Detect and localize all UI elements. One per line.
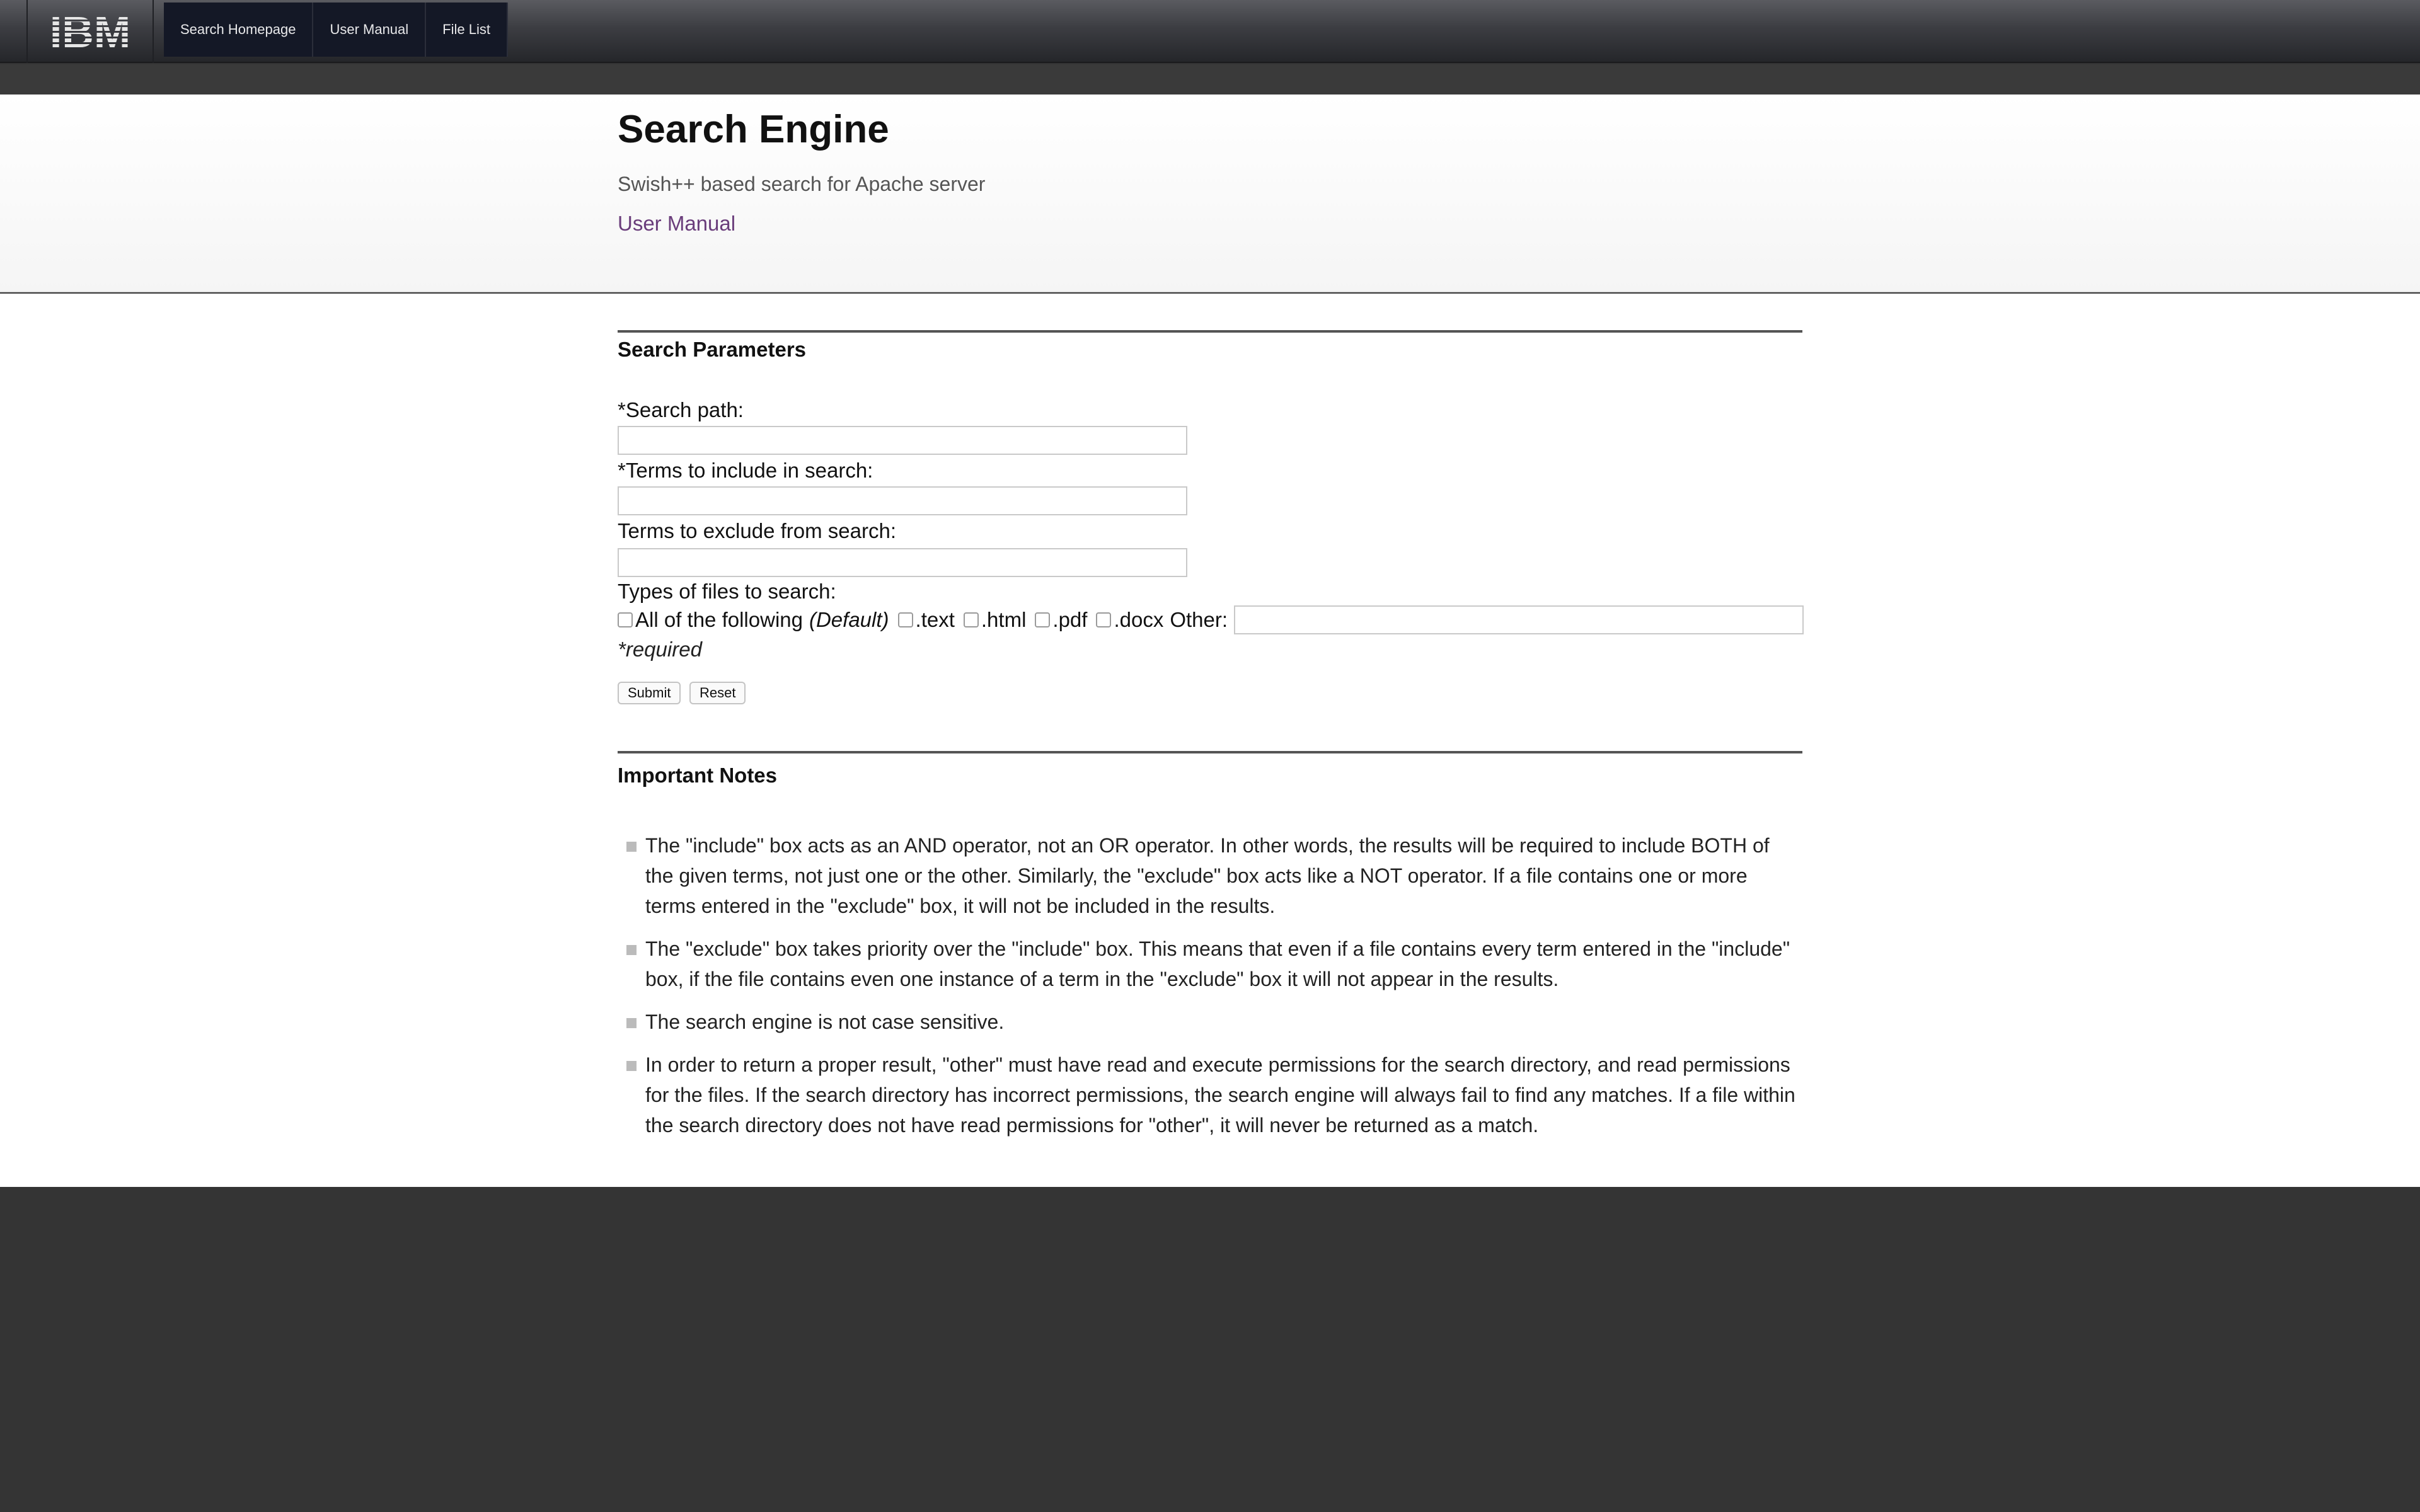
ibm-logo-icon: IBM [50, 9, 130, 54]
nav-item-file-list[interactable]: File List [426, 3, 508, 57]
important-notes-heading: Important Notes [618, 764, 778, 787]
required-note: *required [618, 638, 702, 661]
file-types-label: Types of files to search: [618, 580, 836, 603]
exclude-terms-input[interactable] [618, 548, 1187, 577]
default-note: (Default) [809, 608, 889, 631]
nav-item-search-homepage[interactable]: Search Homepage [164, 3, 314, 57]
bullet-icon [626, 1018, 637, 1028]
top-navigation-bar: IBM Search Homepage User Manual File Lis… [0, 0, 2420, 63]
other-type-label: Other: [1170, 608, 1228, 631]
list-item: The "exclude" box takes priority over th… [618, 934, 1802, 994]
include-terms-input[interactable] [618, 486, 1187, 515]
page-footer [0, 1187, 2420, 1512]
sub-header-bar [0, 64, 2420, 94]
nav-item-user-manual[interactable]: User Manual [313, 3, 427, 57]
text-type-checkbox[interactable] [897, 612, 913, 627]
list-item: The "include" box acts as an AND operato… [618, 830, 1802, 921]
bullet-icon [626, 842, 637, 852]
html-type-checkbox[interactable] [963, 612, 979, 627]
note-text: The "include" box acts as an AND operato… [645, 834, 1770, 917]
svg-text:IBM: IBM [50, 9, 130, 54]
page-header: Search Engine Swish++ based search for A… [0, 94, 2420, 292]
include-terms-label: *Terms to include in search: [618, 459, 873, 482]
bullet-icon [626, 945, 637, 955]
pdf-type-label: .pdf [1052, 608, 1088, 631]
all-types-checkbox[interactable] [618, 612, 633, 627]
other-type-input[interactable] [1234, 605, 1804, 634]
note-text: In order to return a proper result, "oth… [645, 1053, 1795, 1137]
main-content: Search Parameters *Search path: *Terms t… [0, 294, 2420, 1187]
main-nav: Search Homepage User Manual File List [164, 3, 508, 57]
ibm-logo[interactable]: IBM [26, 0, 154, 63]
text-type-label: .text [915, 608, 955, 631]
search-path-label: *Search path: [618, 398, 744, 421]
search-parameters-heading: Search Parameters [618, 338, 807, 361]
reset-button[interactable]: Reset [689, 682, 746, 704]
html-type-label: .html [981, 608, 1027, 631]
docx-type-label: .docx [1114, 608, 1164, 631]
exclude-terms-label: Terms to exclude from search: [618, 519, 896, 542]
submit-button[interactable]: Submit [618, 682, 681, 704]
list-item: In order to return a proper result, "oth… [618, 1050, 1802, 1140]
search-path-input[interactable] [618, 426, 1187, 455]
note-text: The "exclude" box takes priority over th… [645, 937, 1790, 990]
user-manual-link[interactable]: User Manual [618, 212, 735, 236]
pdf-type-checkbox[interactable] [1035, 612, 1051, 627]
important-notes-divider [618, 751, 1802, 753]
all-types-label: All of the following [635, 608, 803, 631]
note-text: The search engine is not case sensitive. [645, 1011, 1005, 1033]
bullet-icon [626, 1061, 637, 1071]
page-subtitle: Swish++ based search for Apache server [618, 173, 986, 195]
docx-type-checkbox[interactable] [1096, 612, 1112, 627]
file-types-row: All of the following (Default) .text .ht… [618, 605, 1804, 635]
page-title: Search Engine [618, 108, 889, 151]
list-item: The search engine is not case sensitive. [618, 1007, 1802, 1037]
notes-list: The "include" box acts as an AND operato… [618, 830, 1802, 1153]
search-parameters-divider [618, 330, 1802, 333]
